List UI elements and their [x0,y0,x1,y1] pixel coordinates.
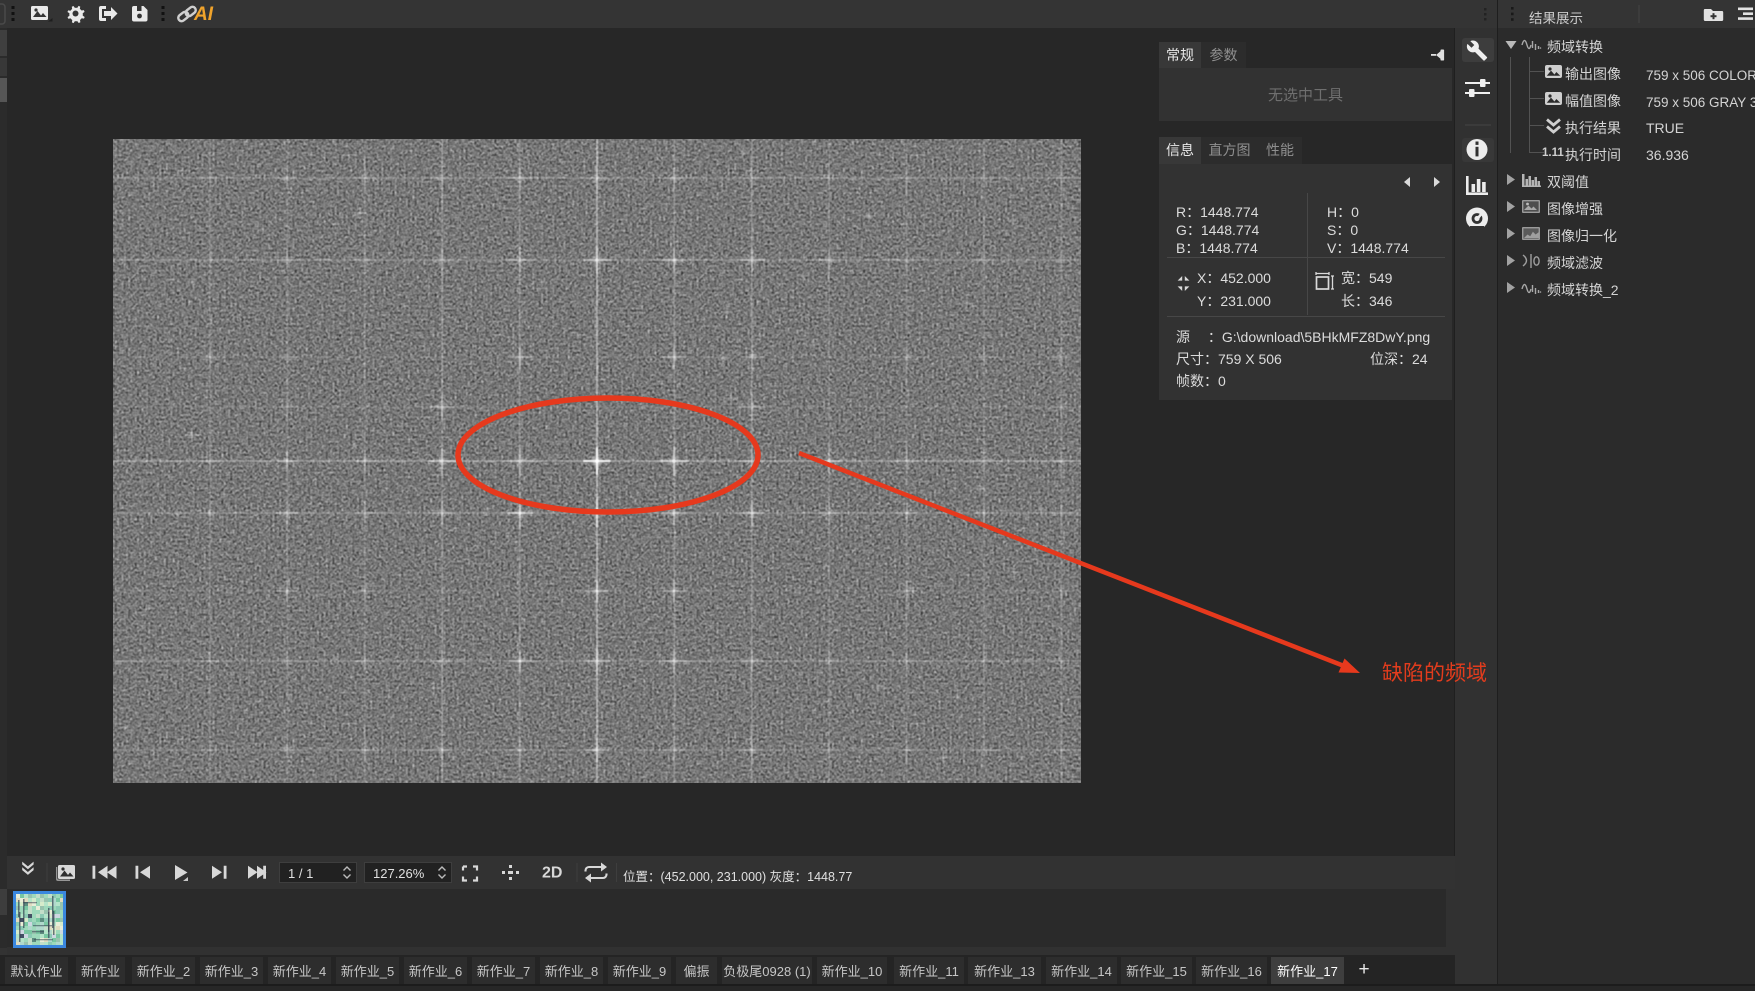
svg-text:AI: AI [193,4,214,25]
svg-text:1.11: 1.11 [1542,147,1564,159]
svg-text:2D: 2D [542,865,562,882]
